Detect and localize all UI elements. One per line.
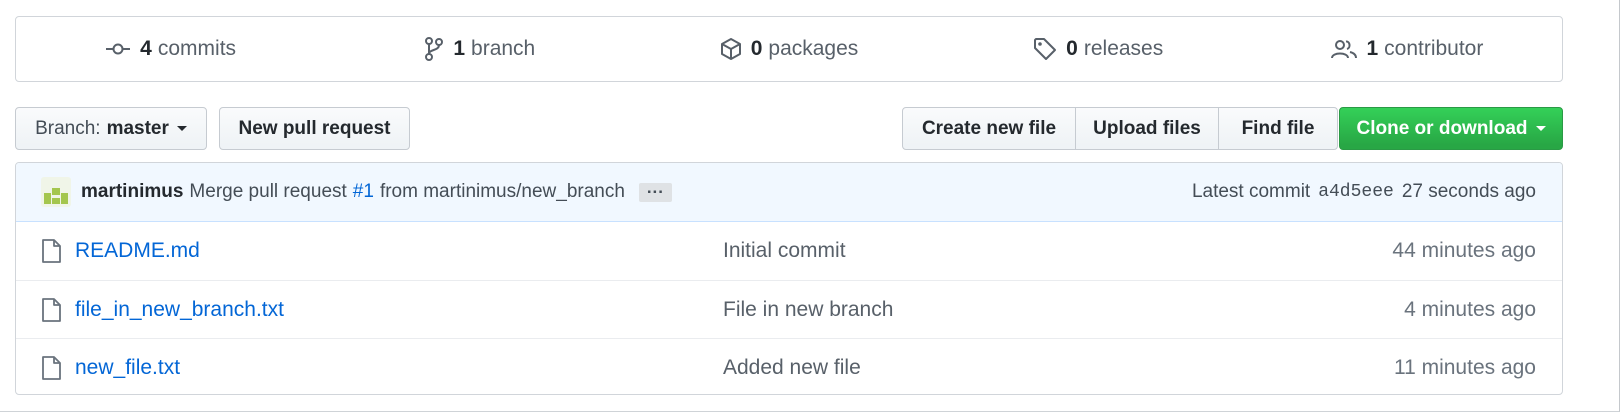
- repo-summary-bar: 4 commits 1 branch 0 packages 0 releases: [15, 16, 1563, 82]
- branches-count: 1: [453, 37, 466, 60]
- commit-author[interactable]: martinimus: [81, 181, 183, 203]
- file-commit-message[interactable]: File in new branch: [723, 298, 1404, 322]
- branch-prefix: Branch:: [35, 117, 101, 139]
- upload-files-button[interactable]: Upload files: [1075, 107, 1219, 150]
- commit-message-suffix[interactable]: from martinimus/new_branch: [380, 181, 625, 203]
- file-name-link[interactable]: new_file.txt: [75, 356, 723, 380]
- file-icon: [41, 355, 65, 380]
- branch-select-button[interactable]: Branch: master: [15, 107, 207, 150]
- packages-label: packages: [768, 37, 859, 60]
- file-icon: [41, 239, 65, 263]
- file-name-link[interactable]: README.md: [75, 239, 723, 263]
- create-new-file-button[interactable]: Create new file: [902, 107, 1076, 150]
- branch-name: master: [106, 117, 169, 139]
- file-row: file_in_new_branch.txt File in new branc…: [16, 280, 1562, 338]
- commits-label: commits: [157, 37, 237, 60]
- file-commit-age: 11 minutes ago: [1393, 355, 1536, 379]
- clone-or-download-button[interactable]: Clone or download: [1339, 107, 1563, 150]
- caret-down-icon: [176, 126, 187, 131]
- new-pull-request-button[interactable]: New pull request: [219, 107, 410, 150]
- tag-icon: [1034, 38, 1057, 60]
- file-row: README.md Initial commit 44 minutes ago: [16, 222, 1562, 280]
- releases-count: 0: [1066, 37, 1078, 60]
- people-icon: [1331, 40, 1358, 59]
- pull-request-link[interactable]: #1: [353, 181, 374, 203]
- latest-commit-label: Latest commit: [1191, 181, 1311, 202]
- contributors-count: 1: [1366, 37, 1379, 60]
- file-commit-age: 44 minutes ago: [1392, 239, 1536, 262]
- packages-link[interactable]: 0 packages: [634, 37, 943, 61]
- file-actions-group: Create new file Upload files Find file: [902, 107, 1338, 150]
- caret-down-icon: [1535, 126, 1546, 131]
- releases-label: releases: [1083, 37, 1164, 60]
- contributors-link[interactable]: 1 contributor: [1253, 37, 1562, 61]
- file-row: new_file.txt Added new file 11 minutes a…: [16, 338, 1562, 394]
- commits-link[interactable]: 4 commits: [16, 37, 325, 61]
- file-commit-message[interactable]: Added new file: [723, 356, 1394, 380]
- commit-sha-link[interactable]: a4d5eee: [1318, 182, 1394, 202]
- avatar[interactable]: [41, 177, 71, 207]
- file-name-link[interactable]: file_in_new_branch.txt: [75, 298, 723, 322]
- file-table: martinimus Merge pull request #1 from ma…: [15, 162, 1563, 395]
- commit-icon: [106, 43, 131, 55]
- file-commit-message[interactable]: Initial commit: [723, 239, 1392, 263]
- find-file-button[interactable]: Find file: [1218, 107, 1338, 150]
- branch-icon: [425, 37, 444, 61]
- package-icon: [720, 38, 741, 60]
- clone-label: Clone or download: [1356, 117, 1528, 139]
- latest-commit-info: Latest commit a4d5eee 27 seconds ago: [1192, 181, 1536, 203]
- commit-time: 27 seconds ago: [1401, 181, 1536, 202]
- latest-commit-bar: martinimus Merge pull request #1 from ma…: [16, 163, 1562, 222]
- contributors-label: contributor: [1384, 37, 1484, 60]
- branches-label: branch: [471, 37, 536, 60]
- file-commit-age: 4 minutes ago: [1404, 297, 1536, 321]
- packages-count: 0: [750, 37, 763, 60]
- branches-link[interactable]: 1 branch: [325, 37, 634, 61]
- commit-message-prefix[interactable]: Merge pull request: [189, 181, 346, 203]
- commits-count: 4: [140, 37, 152, 60]
- releases-link[interactable]: 0 releases: [944, 37, 1253, 61]
- file-icon: [41, 297, 65, 322]
- expand-commit-message-button[interactable]: [638, 178, 672, 202]
